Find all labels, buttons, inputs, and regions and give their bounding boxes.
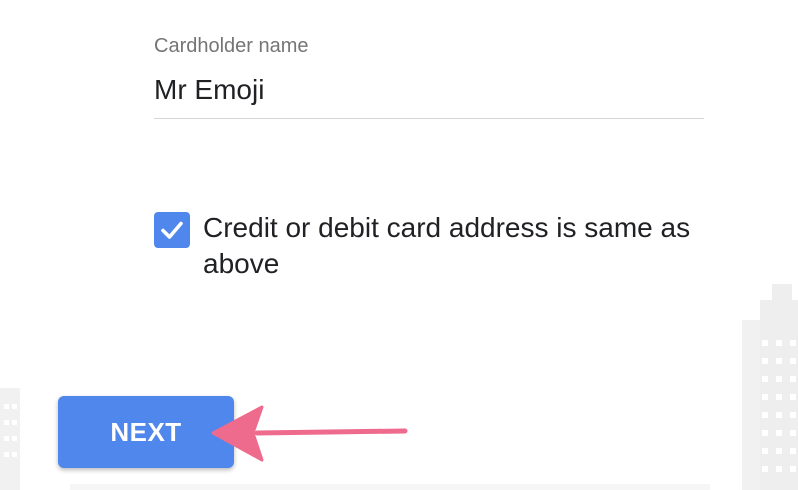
cardholder-name-label: Cardholder name — [154, 35, 309, 57]
same-address-checkbox[interactable] — [154, 212, 190, 248]
cardholder-name-input[interactable] — [154, 72, 704, 119]
check-icon — [161, 221, 183, 239]
same-address-option: Credit or debit card address is same as … — [154, 210, 714, 282]
pink-arrow-icon — [211, 405, 408, 462]
payment-form-page: Cardholder name Credit or debit card add… — [0, 0, 798, 490]
cardholder-name-field: Cardholder name — [154, 32, 704, 119]
same-address-label: Credit or debit card address is same as … — [203, 212, 691, 279]
